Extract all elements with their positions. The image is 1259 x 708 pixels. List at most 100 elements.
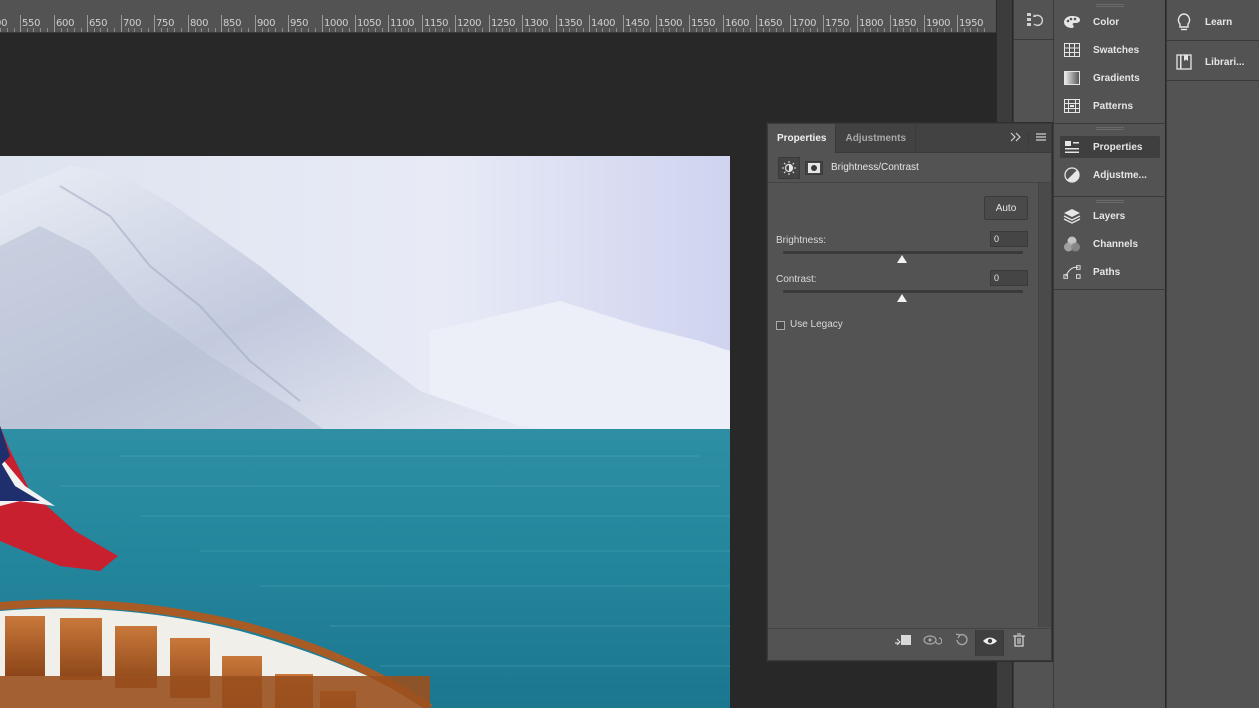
clip-to-layer-button[interactable] xyxy=(888,630,917,656)
ruler-minor-tick xyxy=(161,28,162,32)
ruler-label: 750 xyxy=(156,18,175,29)
dock-item-color[interactable]: Color xyxy=(1060,11,1160,33)
ruler-minor-tick xyxy=(100,28,101,32)
ruler-minor-tick xyxy=(730,28,731,32)
ruler-minor-tick xyxy=(964,28,965,32)
history-button[interactable] xyxy=(1014,0,1053,40)
brightness-slider-thumb[interactable] xyxy=(897,255,907,263)
ruler-label: 1400 xyxy=(591,18,616,29)
dock-grip[interactable] xyxy=(1096,4,1124,7)
dock-item-paths[interactable]: Paths xyxy=(1060,261,1160,283)
dock-item-adjustme[interactable]: Adjustme... xyxy=(1060,164,1160,186)
dock-item-label: Channels xyxy=(1093,238,1139,250)
dock-item-properties[interactable]: Properties xyxy=(1060,136,1160,158)
ruler-minor-tick xyxy=(529,28,530,32)
ruler-minor-tick xyxy=(342,28,343,32)
ruler-label: 1500 xyxy=(658,18,683,29)
collapse-panel-icon[interactable] xyxy=(1010,132,1022,145)
clip-to-layer-icon xyxy=(894,633,912,652)
panel-menu-icon[interactable] xyxy=(1035,132,1047,145)
ruler-minor-tick xyxy=(576,28,577,32)
ruler-minor-tick xyxy=(215,28,216,32)
ruler-minor-tick xyxy=(107,28,108,32)
contrast-input[interactable]: 0 xyxy=(990,270,1028,286)
ruler-label: 850 xyxy=(223,18,242,29)
layer-mask-icon[interactable] xyxy=(805,160,823,175)
ruler-minor-tick xyxy=(0,28,1,32)
toggle-visibility-button[interactable] xyxy=(975,629,1004,656)
ruler-major-tick xyxy=(188,15,189,32)
ruler-label: 1850 xyxy=(892,18,917,29)
dock-item-librari[interactable]: Librari... xyxy=(1175,51,1259,73)
ruler-minor-tick xyxy=(609,28,610,32)
dock-item-label: Adjustme... xyxy=(1093,169,1147,181)
ruler-label: 1950 xyxy=(959,18,984,29)
dock-item-swatches[interactable]: Swatches xyxy=(1060,39,1160,61)
brightness-label: Brightness: xyxy=(776,235,827,246)
ruler-minor-tick xyxy=(315,28,316,32)
dock-item-patterns[interactable]: Patterns xyxy=(1060,95,1160,117)
ruler-minor-tick xyxy=(903,28,904,32)
lightbulb-icon xyxy=(1175,13,1193,31)
dock-item-layers[interactable]: Layers xyxy=(1060,205,1160,227)
horizontal-ruler[interactable]: 5005506006507007508008509009501000105011… xyxy=(0,0,996,33)
ruler-minor-tick xyxy=(201,28,202,32)
dock-item-label: Color xyxy=(1093,16,1120,28)
dock-item-gradients[interactable]: Gradients xyxy=(1060,67,1160,89)
ruler-minor-tick xyxy=(435,28,436,32)
ruler-minor-tick xyxy=(596,28,597,32)
ruler-label: 550 xyxy=(22,18,41,29)
ruler-minor-tick xyxy=(931,28,932,32)
ruler-minor-tick xyxy=(368,28,369,32)
ruler-major-tick xyxy=(656,15,657,32)
brightness-slider[interactable] xyxy=(783,251,1023,254)
delete-button[interactable] xyxy=(1004,630,1033,656)
document-image[interactable] xyxy=(0,156,730,708)
view-previous-state-button[interactable] xyxy=(917,630,946,656)
ruler-minor-tick xyxy=(308,28,309,32)
ruler-minor-tick xyxy=(208,28,209,32)
reset-button[interactable] xyxy=(946,630,975,656)
contrast-slider-thumb[interactable] xyxy=(897,294,907,302)
panel-scrollbar[interactable] xyxy=(1038,183,1051,627)
ruler-minor-tick xyxy=(516,28,517,32)
ruler-major-tick xyxy=(121,15,122,32)
contrast-slider[interactable] xyxy=(783,290,1023,293)
brightness-contrast-icon[interactable] xyxy=(778,156,800,179)
brightness-input[interactable]: 0 xyxy=(990,231,1028,247)
tab-properties[interactable]: Properties xyxy=(768,124,837,153)
ruler-minor-tick xyxy=(563,28,564,32)
use-legacy-checkbox[interactable] xyxy=(776,321,785,330)
ruler-major-tick xyxy=(154,15,155,32)
dock-item-learn[interactable]: Learn xyxy=(1175,11,1259,33)
ruler-major-tick xyxy=(723,15,724,32)
ruler-minor-tick xyxy=(917,28,918,32)
ruler-minor-tick xyxy=(33,28,34,32)
dock-separator xyxy=(1167,40,1259,41)
ruler-minor-tick xyxy=(696,28,697,32)
ruler-minor-tick xyxy=(14,28,15,32)
dock-grip[interactable] xyxy=(1096,127,1124,130)
properties-panel: Properties Adjustments Brightness/Contra… xyxy=(767,123,1052,661)
dock-grip[interactable] xyxy=(1096,200,1124,203)
ruler-major-tick xyxy=(756,15,757,32)
ruler-major-tick xyxy=(957,15,958,32)
ruler-minor-tick xyxy=(977,28,978,32)
ruler-major-tick xyxy=(87,15,88,32)
ruler-minor-tick xyxy=(449,28,450,32)
ruler-minor-tick xyxy=(362,28,363,32)
dock-item-channels[interactable]: Channels xyxy=(1060,233,1160,255)
ruler-label: 1750 xyxy=(825,18,850,29)
ruler-label: 1350 xyxy=(558,18,583,29)
ruler-major-tick xyxy=(288,15,289,32)
ruler-minor-tick xyxy=(7,28,8,32)
tab-adjustments[interactable]: Adjustments xyxy=(836,124,917,153)
ruler-minor-tick xyxy=(114,28,115,32)
ruler-minor-tick xyxy=(382,28,383,32)
auto-button[interactable]: Auto xyxy=(984,196,1028,220)
ruler-label: 900 xyxy=(257,18,276,29)
ruler-label: 650 xyxy=(89,18,108,29)
ruler-minor-tick xyxy=(61,28,62,32)
ruler-minor-tick xyxy=(970,28,971,32)
dock-item-label: Paths xyxy=(1093,266,1121,278)
